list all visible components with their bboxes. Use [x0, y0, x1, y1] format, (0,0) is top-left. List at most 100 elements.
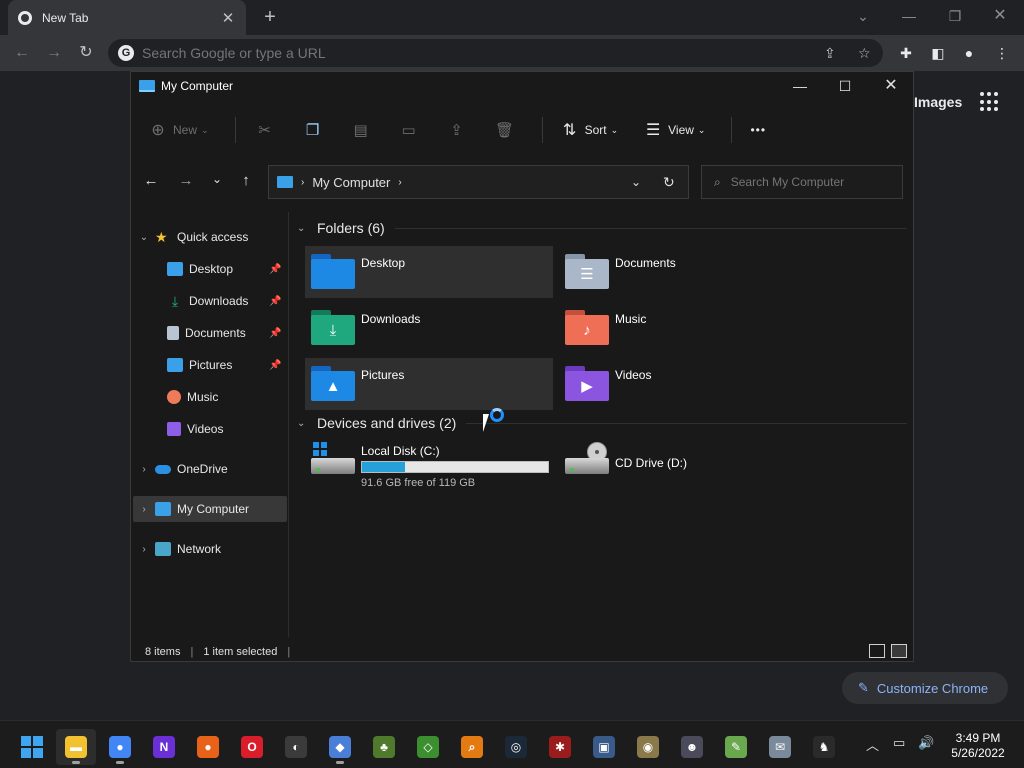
omnibox[interactable]: G ⇪ ☆	[108, 39, 883, 67]
folder-tile-music[interactable]: ♪ Music	[559, 302, 807, 354]
bookmark-star-icon[interactable]: ☆	[858, 45, 871, 62]
system-clock[interactable]: 3:49 PM 5/26/2022	[946, 731, 1010, 761]
taskbar-app-app-tree[interactable]: ♣	[364, 729, 404, 765]
chevron-right-icon[interactable]: ›	[133, 504, 155, 515]
search-input[interactable]	[730, 175, 881, 189]
nav-item-network[interactable]: › Network	[133, 536, 287, 562]
nav-item-pictures[interactable]: Pictures 📌	[133, 352, 287, 378]
folder-tile-videos[interactable]: ▶ Videos	[559, 358, 807, 410]
nav-item-videos[interactable]: Videos	[133, 416, 287, 442]
pin-icon[interactable]: 📌	[269, 328, 283, 339]
pin-icon[interactable]: 📌	[269, 360, 283, 371]
back-arrow-icon[interactable]: ←	[10, 41, 34, 65]
side-panel-icon[interactable]: ◧	[928, 43, 948, 63]
new-button[interactable]: ⊕ New ⌄	[149, 120, 208, 140]
pin-icon[interactable]: 📌	[269, 296, 283, 307]
folder-tile-desktop[interactable]: Desktop	[305, 246, 553, 298]
folder-tile-documents[interactable]: ☰ Documents	[559, 246, 807, 298]
chevron-down-icon[interactable]: ⌄	[297, 418, 311, 429]
cut-icon[interactable]: ✂	[254, 121, 276, 139]
tiles-view-icon[interactable]	[891, 644, 907, 658]
network-icon[interactable]: ▭	[893, 735, 905, 751]
volume-icon[interactable]: 🔊	[918, 735, 934, 751]
pin-icon[interactable]: 📌	[269, 264, 283, 275]
breadcrumb-location[interactable]: My Computer	[312, 175, 390, 190]
taskbar-app-app-red[interactable]: ✱	[540, 729, 580, 765]
sort-button[interactable]: ⇅ Sort ⌄	[561, 120, 618, 140]
recent-locations-chevron-icon[interactable]: ⌄	[207, 172, 227, 186]
folders-group-header[interactable]: ⌄ Folders (6)	[297, 220, 907, 236]
taskbar-app-app-search[interactable]: ⌕	[452, 729, 492, 765]
refresh-icon[interactable]: ↻	[663, 174, 675, 191]
chrome-menu-icon[interactable]: ⋮	[992, 43, 1012, 63]
minimize-icon[interactable]: —	[887, 4, 931, 28]
chevron-right-icon[interactable]: ›	[133, 464, 155, 475]
taskbar-app-app-notepad[interactable]: ✎	[716, 729, 756, 765]
taskbar-app-notion-like[interactable]: N	[144, 729, 184, 765]
nav-item-downloads[interactable]: ⤓ Downloads 📌	[133, 288, 287, 314]
explorer-maximize-icon[interactable]: ☐	[822, 74, 868, 98]
drive-tile-d[interactable]: CD Drive (D:)	[565, 442, 687, 478]
rename-icon[interactable]: ▭	[398, 121, 420, 139]
chrome-tab[interactable]: New Tab ✕	[8, 0, 246, 35]
explorer-close-icon[interactable]: ✕	[868, 74, 914, 98]
taskbar-app-chrome[interactable]: ●	[100, 729, 140, 765]
nav-quick-access[interactable]: ⌄ ★ Quick access	[133, 224, 287, 250]
search-box[interactable]: ⌕	[701, 165, 903, 199]
tray-overflow-chevron-icon[interactable]: ︿	[866, 735, 879, 754]
taskbar-app-firefox[interactable]: ●	[188, 729, 228, 765]
google-apps-icon[interactable]	[980, 92, 1000, 112]
forward-arrow-icon[interactable]: →	[176, 172, 196, 189]
close-window-icon[interactable]: ✕	[978, 4, 1022, 28]
up-arrow-icon[interactable]: ↑	[236, 172, 256, 189]
chevron-down-icon[interactable]: ⌄	[133, 232, 155, 243]
nav-item-my-computer[interactable]: › My Computer	[133, 496, 287, 522]
forward-arrow-icon[interactable]: →	[42, 41, 66, 65]
back-arrow-icon[interactable]: ←	[141, 172, 161, 189]
customize-chrome-button[interactable]: ✎ Customize Chrome	[842, 672, 1008, 704]
nav-item-onedrive[interactable]: › OneDrive	[133, 456, 287, 482]
share-icon[interactable]: ⇪	[824, 45, 836, 62]
nav-item-desktop[interactable]: Desktop 📌	[133, 256, 287, 282]
google-images-link[interactable]: Images	[914, 94, 962, 110]
reload-icon[interactable]: ↻	[74, 41, 98, 65]
restore-icon[interactable]: ❐	[933, 4, 977, 28]
view-button[interactable]: ☰ View ⌄	[644, 120, 706, 140]
nav-item-music[interactable]: Music	[133, 384, 287, 410]
details-view-icon[interactable]	[869, 644, 885, 658]
address-bar[interactable]: › My Computer › ⌄ ↻	[268, 165, 689, 199]
more-options-button[interactable]: •••	[750, 123, 766, 137]
drive-tile-c[interactable]: Local Disk (C:) 91.6 GB free of 119 GB	[311, 442, 549, 489]
nav-item-documents[interactable]: Documents 📌	[133, 320, 287, 346]
taskbar-app-app-green[interactable]: ◇	[408, 729, 448, 765]
omnibox-input[interactable]	[142, 45, 782, 61]
drives-group-header[interactable]: ⌄ Devices and drives (2)	[297, 415, 907, 431]
tab-close-icon[interactable]: ✕	[220, 9, 236, 27]
chevron-right-icon[interactable]: ›	[133, 544, 155, 555]
taskbar-app-obs[interactable]: ◐	[276, 729, 316, 765]
taskbar-app-opera[interactable]: O	[232, 729, 272, 765]
taskbar-app-app-network[interactable]: ▣	[584, 729, 624, 765]
paste-icon[interactable]: ▤	[350, 121, 372, 139]
explorer-minimize-icon[interactable]: —	[777, 74, 823, 98]
delete-icon[interactable]: 🗑	[494, 121, 516, 139]
folder-tile-downloads[interactable]: ⤓ Downloads	[305, 302, 553, 354]
taskbar-app-app-disc[interactable]: ◉	[628, 729, 668, 765]
taskbar-app-file-explorer[interactable]: ▬	[56, 729, 96, 765]
extensions-puzzle-icon[interactable]: ✚	[896, 43, 916, 63]
folder-tile-pictures[interactable]: ▲ Pictures	[305, 358, 553, 410]
profile-avatar-icon[interactable]: ●	[959, 43, 979, 63]
tab-search-chevron-icon[interactable]: ⌄	[841, 4, 885, 28]
explorer-title-bar[interactable]: My Computer — ☐ ✕	[131, 72, 913, 100]
copy-icon[interactable]: ❐	[302, 121, 324, 139]
taskbar-app-app-mail[interactable]: ✉	[760, 729, 800, 765]
start-button[interactable]	[12, 729, 52, 765]
taskbar-app-steam[interactable]: ◎	[496, 729, 536, 765]
chevron-down-icon[interactable]: ⌄	[297, 223, 311, 234]
new-tab-button[interactable]: +	[258, 6, 282, 28]
address-dropdown-chevron-icon[interactable]: ⌄	[631, 175, 641, 189]
taskbar-app-app-skull[interactable]: ☻	[672, 729, 712, 765]
share-icon[interactable]: ⇪	[446, 121, 468, 139]
taskbar-app-app-fox[interactable]: ♞	[804, 729, 844, 765]
taskbar-app-app-blue[interactable]: ◆	[320, 729, 360, 765]
